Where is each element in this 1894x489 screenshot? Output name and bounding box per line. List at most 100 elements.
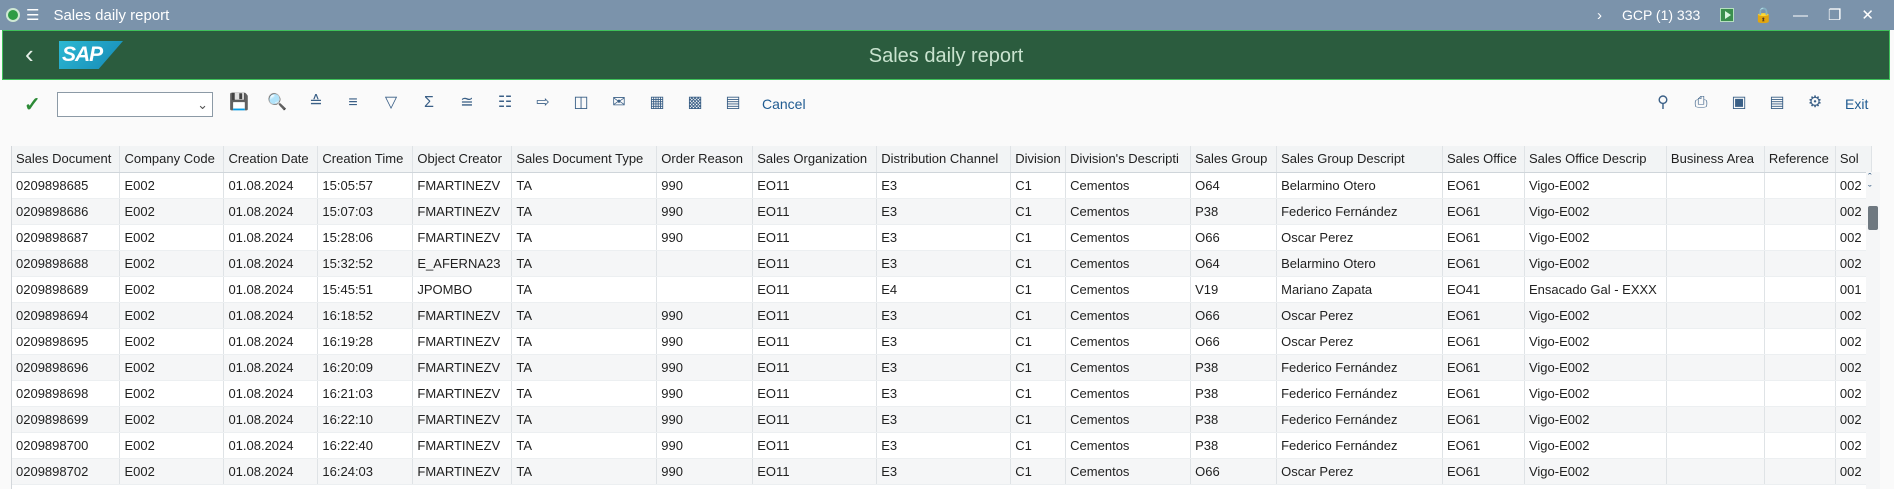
- table-cell[interactable]: Belarmino Otero: [1276, 172, 1443, 199]
- table-cell[interactable]: Vigo-E002: [1524, 302, 1667, 329]
- table-cell[interactable]: Federico Fernández: [1276, 432, 1443, 459]
- table-cell[interactable]: 0209898687: [12, 224, 121, 251]
- column-header[interactable]: Division's Descripti: [1065, 146, 1192, 173]
- manage-layout-icon[interactable]: ▤: [722, 94, 744, 112]
- table-cell[interactable]: [1764, 406, 1836, 433]
- table-cell[interactable]: Cementos: [1065, 328, 1192, 355]
- table-cell[interactable]: [1764, 458, 1836, 485]
- table-cell[interactable]: [1764, 198, 1836, 225]
- details-icon[interactable]: 🔍: [266, 94, 288, 112]
- table-cell[interactable]: Vigo-E002: [1524, 458, 1667, 485]
- table-cell[interactable]: 01.08.2024: [223, 250, 319, 277]
- table-cell[interactable]: EO61: [1442, 172, 1525, 199]
- table-cell[interactable]: [1764, 250, 1836, 277]
- table-cell[interactable]: 0209898685: [12, 172, 121, 199]
- table-cell[interactable]: C1: [1010, 432, 1067, 459]
- layout-icon[interactable]: ▦: [646, 94, 668, 112]
- table-cell[interactable]: 01.08.2024: [223, 276, 319, 303]
- table-cell[interactable]: 15:05:57: [317, 172, 414, 199]
- table-cell[interactable]: FMARTINEZV: [412, 172, 513, 199]
- table-cell[interactable]: Cementos: [1065, 380, 1192, 407]
- table-cell[interactable]: EO11: [752, 458, 878, 485]
- table-cell[interactable]: E3: [876, 380, 1012, 407]
- table-cell[interactable]: Vigo-E002: [1524, 224, 1667, 251]
- table-cell[interactable]: EO11: [752, 198, 878, 225]
- sort-descending-icon[interactable]: ≡: [342, 94, 364, 112]
- table-cell[interactable]: E002: [119, 354, 225, 381]
- table-cell[interactable]: Federico Fernández: [1276, 354, 1443, 381]
- table-cell[interactable]: EO41: [1442, 276, 1525, 303]
- table-cell[interactable]: JPOMBO: [412, 276, 513, 303]
- table-cell[interactable]: EO11: [752, 432, 878, 459]
- table-cell[interactable]: EO11: [752, 302, 878, 329]
- table-cell[interactable]: Cementos: [1065, 458, 1192, 485]
- table-cell[interactable]: 990: [656, 354, 754, 381]
- table-cell[interactable]: E002: [119, 302, 225, 329]
- table-cell[interactable]: Vigo-E002: [1524, 354, 1667, 381]
- table-cell[interactable]: V19: [1190, 276, 1278, 303]
- table-cell[interactable]: EO61: [1442, 354, 1525, 381]
- scrollbar-thumb[interactable]: [1868, 206, 1878, 230]
- table-cell[interactable]: C1: [1010, 380, 1067, 407]
- table-cell[interactable]: [1764, 172, 1836, 199]
- table-cell[interactable]: E002: [119, 172, 225, 199]
- table-cell[interactable]: 01.08.2024: [223, 302, 319, 329]
- table-cell[interactable]: EO61: [1442, 328, 1525, 355]
- table-cell[interactable]: Federico Fernández: [1276, 406, 1443, 433]
- table-cell[interactable]: 16:24:03: [317, 458, 414, 485]
- table-cell[interactable]: 16:19:28: [317, 328, 414, 355]
- table-cell[interactable]: P38: [1190, 432, 1278, 459]
- table-cell[interactable]: FMARTINEZV: [412, 354, 513, 381]
- chevron-right-icon[interactable]: ›: [1597, 7, 1602, 24]
- table-cell[interactable]: E002: [119, 328, 225, 355]
- table-cell[interactable]: TA: [511, 458, 658, 485]
- table-cell[interactable]: EO11: [752, 172, 878, 199]
- table-cell[interactable]: [1666, 302, 1765, 329]
- table-cell[interactable]: 0209898689: [12, 276, 121, 303]
- column-header[interactable]: Business Area: [1666, 146, 1765, 173]
- table-cell[interactable]: 0209898694: [12, 302, 121, 329]
- table-cell[interactable]: O66: [1190, 224, 1278, 251]
- minimize-icon[interactable]: —: [1793, 7, 1808, 24]
- print-icon[interactable]: ⎙: [1690, 94, 1712, 112]
- table-row[interactable]: 0209898688 E002 01.08.2024 15:32:52 E_AFERNA…: [12, 250, 1872, 277]
- table-cell[interactable]: 990: [656, 172, 754, 199]
- table-cell[interactable]: Vigo-E002: [1524, 328, 1667, 355]
- column-header[interactable]: Sol: [1835, 146, 1872, 173]
- table-cell[interactable]: Oscar Perez: [1276, 328, 1443, 355]
- table-cell[interactable]: 0209898696: [12, 354, 121, 381]
- table-cell[interactable]: Oscar Perez: [1276, 224, 1443, 251]
- table-cell[interactable]: 15:28:06: [317, 224, 414, 251]
- table-row[interactable]: 0209898699 E002 01.08.2024 16:22:10 FMARTINE…: [12, 406, 1872, 433]
- table-cell[interactable]: Cementos: [1065, 354, 1192, 381]
- column-header[interactable]: Distribution Channel: [876, 146, 1012, 173]
- table-cell[interactable]: Cementos: [1065, 432, 1192, 459]
- table-cell[interactable]: [1764, 302, 1836, 329]
- table-cell[interactable]: Cementos: [1065, 302, 1192, 329]
- table-cell[interactable]: Cementos: [1065, 276, 1192, 303]
- table-cell[interactable]: EO11: [752, 276, 878, 303]
- table-cell[interactable]: Cementos: [1065, 224, 1192, 251]
- table-cell[interactable]: FMARTINEZV: [412, 224, 513, 251]
- table-cell[interactable]: 0209898699: [12, 406, 121, 433]
- table-cell[interactable]: TA: [511, 224, 658, 251]
- table-cell[interactable]: Vigo-E002: [1524, 432, 1667, 459]
- table-cell[interactable]: FMARTINEZV: [412, 458, 513, 485]
- table-cell[interactable]: 0209898688: [12, 250, 121, 277]
- table-cell[interactable]: 16:22:10: [317, 406, 414, 433]
- table-cell[interactable]: [1666, 354, 1765, 381]
- table-cell[interactable]: EO61: [1442, 380, 1525, 407]
- table-cell[interactable]: 990: [656, 406, 754, 433]
- table-cell[interactable]: [1764, 380, 1836, 407]
- table-cell[interactable]: 16:20:09: [317, 354, 414, 381]
- column-header[interactable]: Sales Office Descrip: [1524, 146, 1667, 173]
- table-cell[interactable]: C1: [1010, 224, 1067, 251]
- table-cell[interactable]: TA: [511, 172, 658, 199]
- table-cell[interactable]: 990: [656, 328, 754, 355]
- table-cell[interactable]: FMARTINEZV: [412, 302, 513, 329]
- table-cell[interactable]: E_AFERNA23: [412, 250, 513, 277]
- column-header[interactable]: Sales Document: [12, 146, 121, 173]
- table-cell[interactable]: FMARTINEZV: [412, 432, 513, 459]
- check-icon[interactable]: ✓: [24, 92, 41, 117]
- column-header[interactable]: Sales Office: [1442, 146, 1525, 173]
